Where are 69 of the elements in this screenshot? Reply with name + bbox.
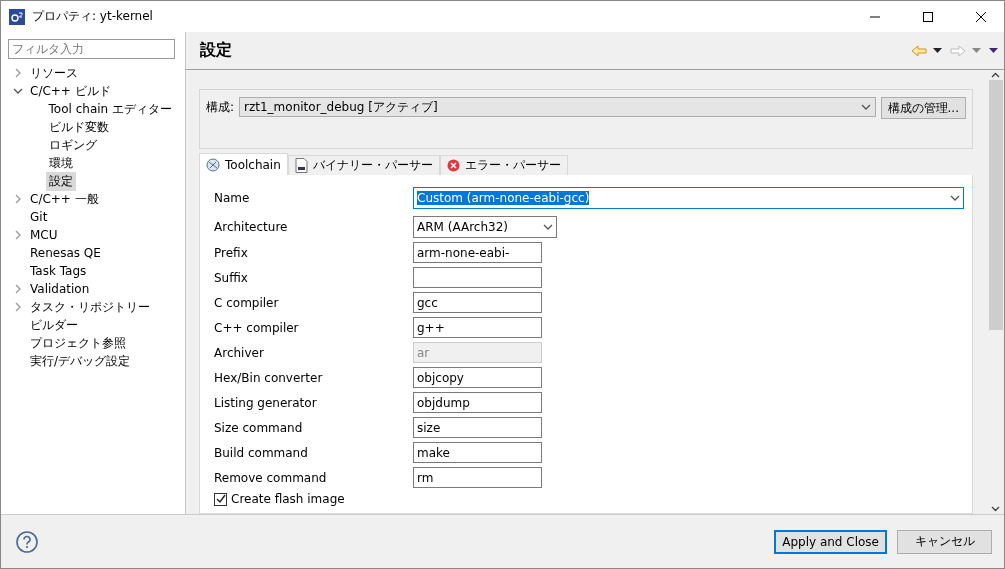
tab[interactable]: バイナリー・パーサー <box>287 155 440 175</box>
field-label: Architecture <box>214 219 289 234</box>
text-field[interactable]: rm <box>413 467 542 488</box>
text-field[interactable]: make <box>413 442 542 463</box>
dropdown-icon[interactable] <box>933 48 942 53</box>
scroll-up-icon[interactable] <box>991 72 1000 78</box>
tree-item[interactable]: 実行/デバッグ設定 <box>27 351 134 371</box>
field-label: Name <box>214 191 251 205</box>
scroll-down-icon[interactable] <box>991 506 1000 512</box>
dropdown-icon[interactable] <box>950 193 960 203</box>
tree-item[interactable]: C/C++ ビルド <box>27 81 114 101</box>
manage-config-button[interactable]: 構成の管理... <box>880 97 966 119</box>
field-label: Remove command <box>214 470 328 485</box>
tree-item[interactable]: ロギング <box>46 135 100 155</box>
text-field[interactable]: g++ <box>413 317 542 338</box>
tree-item[interactable]: ビルダー <box>27 315 81 335</box>
text-field[interactable] <box>413 267 542 288</box>
tree-item[interactable]: MCU <box>27 227 61 243</box>
field-label: Hex/Bin converter <box>214 370 324 385</box>
tab-label: エラー・パーサー <box>464 157 561 174</box>
tree-item[interactable]: 設定 <box>46 171 76 191</box>
field-label: Archiver <box>214 345 265 360</box>
tree-item[interactable]: ビルド変数 <box>46 117 112 137</box>
field-label: Size command <box>214 420 304 435</box>
checkbox[interactable] <box>214 492 227 506</box>
collapse-icon[interactable] <box>12 86 23 96</box>
tree-item[interactable]: Git <box>27 209 51 225</box>
dropdown-icon[interactable] <box>860 102 871 112</box>
scrollbar[interactable] <box>987 70 1004 514</box>
tree-item[interactable]: Validation <box>27 281 93 297</box>
tab[interactable]: Toolchain <box>199 153 288 175</box>
tab[interactable]: エラー・パーサー <box>439 155 568 175</box>
scroll-thumb[interactable] <box>988 80 1003 330</box>
field-label: Build command <box>214 445 309 460</box>
error-icon <box>446 159 460 172</box>
text-field[interactable]: size <box>413 417 542 438</box>
window-title: プロパティ: yt-kernel <box>32 8 154 25</box>
tree-item[interactable]: C/C++ 一般 <box>27 189 102 209</box>
tree-item[interactable]: Task Tags <box>27 263 90 279</box>
combo-box[interactable]: ARM (AArch32) <box>413 215 557 238</box>
text-field[interactable]: arm-none-eabi- <box>413 242 542 263</box>
binary-file-icon <box>294 158 308 173</box>
field-label: C compiler <box>214 295 280 310</box>
tree-item[interactable]: Tool chain エディター <box>45 99 175 119</box>
view-menu-icon[interactable] <box>989 48 998 53</box>
dialog-button[interactable]: Apply and Close <box>774 529 887 554</box>
config-label: 構成: <box>206 99 235 116</box>
dialog-button[interactable]: キャンセル <box>897 529 992 554</box>
tab-label: Toolchain <box>225 157 281 172</box>
checkbox-label: Create flash image <box>231 491 345 508</box>
tree-item[interactable]: リソース <box>27 63 81 83</box>
field-label: Listing generator <box>214 395 318 410</box>
filter-field[interactable]: フィルタ入力 <box>8 39 175 59</box>
field-label: C++ compiler <box>214 320 300 335</box>
text-field[interactable]: gcc <box>413 292 542 313</box>
tree-item[interactable]: 環境 <box>46 153 76 173</box>
tree-item[interactable]: タスク・リポジトリー <box>27 297 153 317</box>
field-label: Prefix <box>214 245 249 260</box>
text-field[interactable]: objcopy <box>413 367 542 388</box>
config-combo-box[interactable]: rzt1_monitor_debug [アクティブ] <box>239 97 876 117</box>
tab-label: バイナリー・パーサー <box>312 157 433 174</box>
app-logo-icon <box>9 8 25 25</box>
page-title: 設定 <box>200 40 233 61</box>
tree-item[interactable]: Renesas QE <box>27 245 104 261</box>
combo-box[interactable]: Custom (arm-none-eabi-gcc) <box>413 187 964 209</box>
tree-item[interactable]: プロジェクト参照 <box>27 333 129 353</box>
field-label: Suffix <box>214 270 249 285</box>
text-field[interactable]: objdump <box>413 392 542 413</box>
help-icon[interactable] <box>16 530 38 553</box>
